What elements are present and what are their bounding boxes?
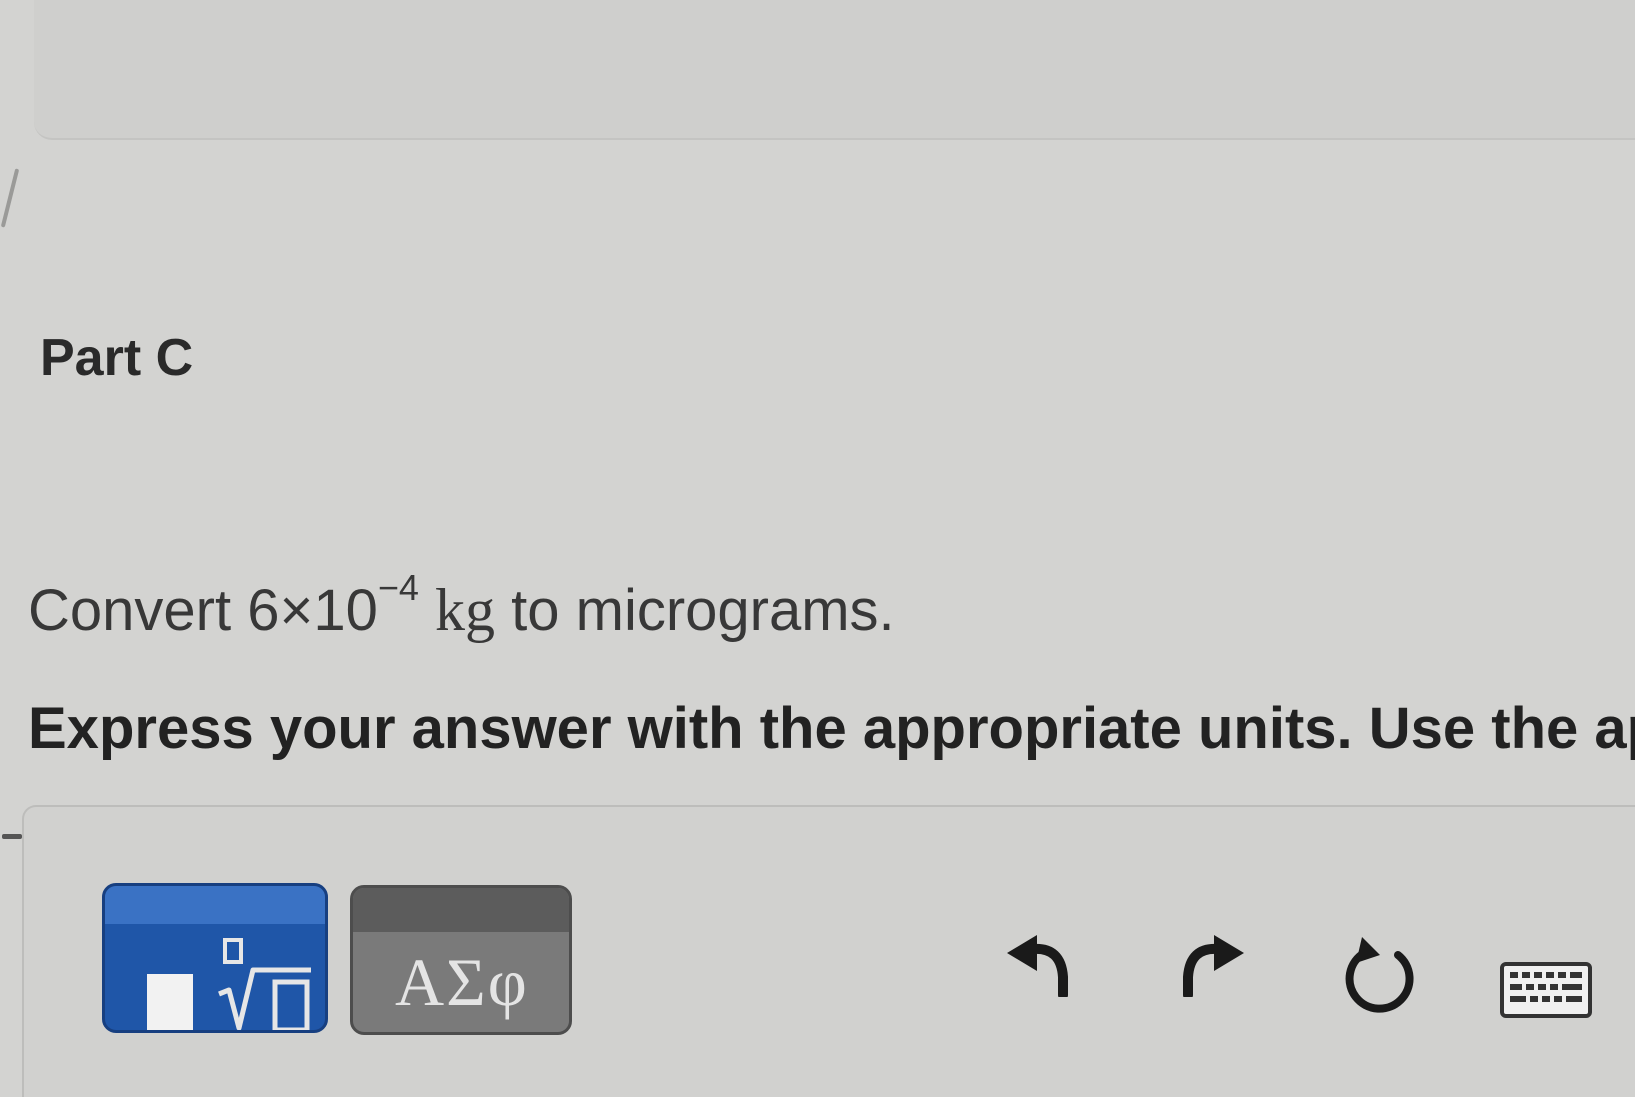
keyboard-icon[interactable]: [1500, 962, 1592, 1018]
greek-symbols-label: ΑΣφ: [395, 944, 529, 1020]
redo-arrow-icon[interactable]: [1180, 935, 1246, 997]
question-exponent: −4: [377, 567, 419, 608]
previous-part-panel: [34, 0, 1635, 140]
greek-button-header: [353, 888, 569, 932]
fraction-root-template-icon: [218, 938, 311, 1030]
question-number: 6×10−4: [247, 570, 419, 643]
answer-instruction: Express your answer with the appropriate…: [28, 696, 1635, 761]
question-text: Convert 6×10−4 kg to micrograms.: [28, 570, 895, 643]
templates-button[interactable]: [102, 883, 328, 1033]
question-unit: kg: [435, 577, 496, 643]
reset-circular-arrow-icon[interactable]: [1340, 935, 1424, 1019]
question-prefix: Convert: [28, 578, 248, 643]
side-mark: [0, 168, 20, 228]
side-dash: [2, 834, 22, 839]
templates-button-header: [105, 886, 325, 924]
greek-symbols-button[interactable]: ΑΣφ: [350, 885, 572, 1035]
question-mantissa: 6×10: [247, 578, 378, 643]
undo-arrow-icon[interactable]: [1005, 935, 1071, 997]
part-title: Part C: [40, 329, 194, 387]
question-suffix: to micrograms.: [495, 578, 895, 643]
templates-placeholder-box: [147, 974, 193, 1030]
